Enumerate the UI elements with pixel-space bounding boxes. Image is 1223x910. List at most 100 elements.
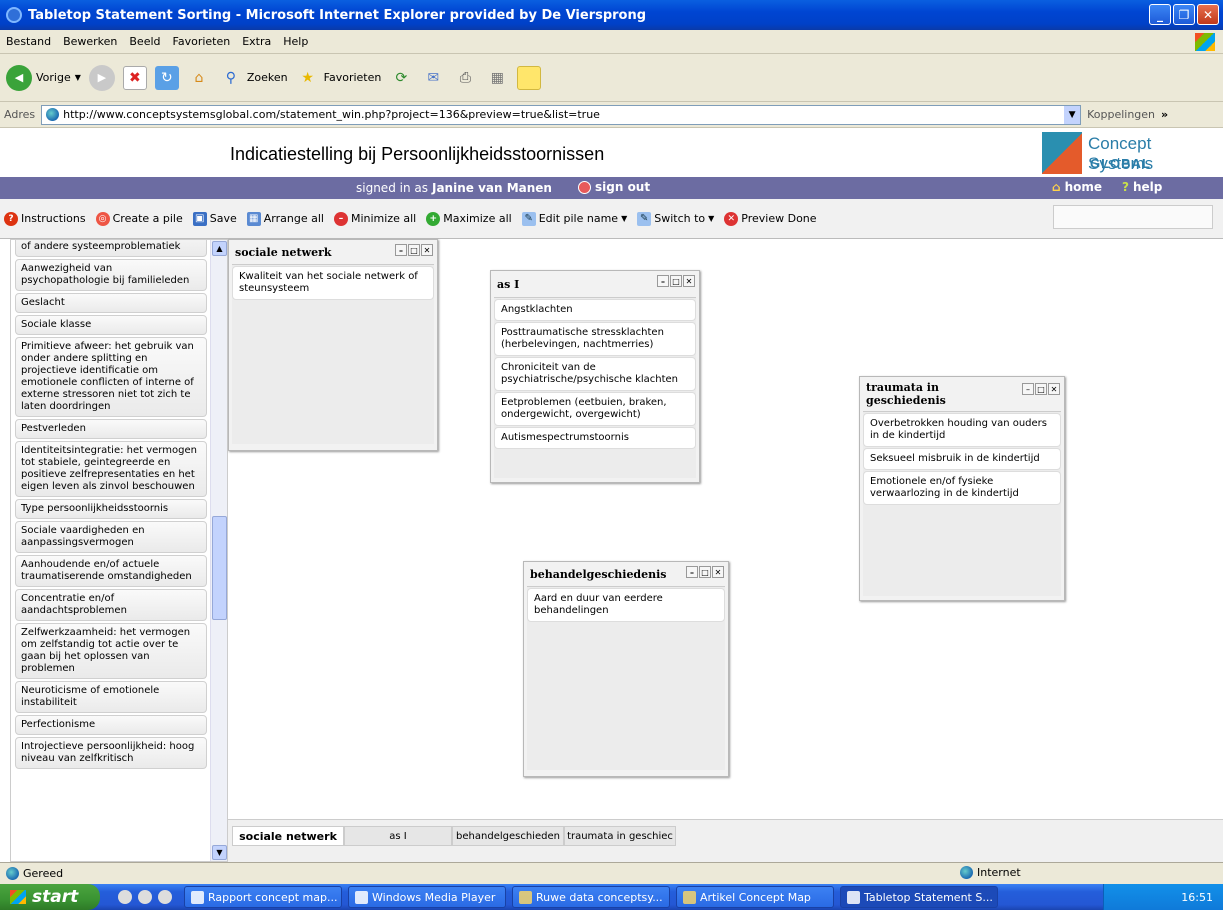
- window-titlebar[interactable]: Tabletop Statement Sorting - Microsoft I…: [0, 0, 1223, 30]
- arrange-all-button[interactable]: ▦ Arrange all: [246, 211, 324, 226]
- pile-header[interactable]: behandelgeschiedenis – □ ✕: [524, 562, 728, 586]
- pile-item[interactable]: Seksueel misbruik in de kindertijd: [863, 448, 1061, 470]
- home-link[interactable]: ⌂ home: [1052, 180, 1102, 194]
- mail-icon[interactable]: ✉: [421, 66, 445, 90]
- maximize-all-button[interactable]: + Maximize all: [426, 211, 512, 226]
- minimize-all-button[interactable]: – Minimize all: [333, 211, 416, 226]
- statement-card[interactable]: Sociale vaardigheden en aanpassingsvermo…: [15, 521, 207, 553]
- scroll-thumb[interactable]: [212, 516, 227, 620]
- menu-help[interactable]: Help: [283, 35, 308, 48]
- pile-item[interactable]: Chroniciteit van de psychiatrische/psych…: [494, 357, 696, 391]
- search-button[interactable]: ⚲ Zoeken: [219, 66, 288, 90]
- task-button[interactable]: Rapport concept map...: [184, 886, 342, 908]
- refresh-icon[interactable]: ↻: [154, 65, 179, 90]
- address-dropdown-icon[interactable]: ▼: [1064, 105, 1081, 124]
- stop-icon[interactable]: ✖: [122, 65, 147, 90]
- pile-header[interactable]: sociale netwerk – □ ✕: [229, 240, 437, 264]
- save-button[interactable]: ▣ Save: [192, 211, 237, 226]
- statement-card[interactable]: Identiteitsintegratie: het vermogen tot …: [15, 441, 207, 497]
- forward-button[interactable]: ▶: [88, 64, 115, 91]
- close-button[interactable]: ✕: [1197, 4, 1219, 25]
- pile-sociale-netwerk[interactable]: sociale netwerk – □ ✕ Kwaliteit van het so…: [228, 239, 438, 451]
- tab-as-i[interactable]: as I: [344, 826, 452, 846]
- create-pile-button[interactable]: ◎ Create a pile: [95, 211, 183, 226]
- statement-card[interactable]: Type persoonlijkheidsstoornis: [15, 499, 207, 519]
- sorting-canvas[interactable]: sociale netwerk – □ ✕ Kwaliteit van het so…: [228, 239, 1223, 819]
- pile-item[interactable]: Kwaliteit van het sociale netwerk of ste…: [232, 266, 434, 300]
- minimize-icon[interactable]: –: [1022, 383, 1034, 395]
- task-button[interactable]: Tabletop Statement S...: [840, 886, 998, 908]
- minimize-icon[interactable]: –: [686, 566, 698, 578]
- statement-card[interactable]: Concentratie en/of aandachtsproblemen: [15, 589, 207, 621]
- pile-header[interactable]: as I – □ ✕: [491, 271, 699, 297]
- links-label[interactable]: Koppelingen: [1087, 108, 1155, 121]
- close-icon[interactable]: ✕: [421, 244, 433, 256]
- close-icon[interactable]: ✕: [1048, 383, 1060, 395]
- switch-to-button[interactable]: ✎ Switch to ▼: [637, 211, 714, 226]
- statement-card[interactable]: Sociale klasse: [15, 315, 207, 335]
- maximize-button[interactable]: ❐: [1173, 4, 1195, 25]
- history-icon[interactable]: ⟳: [389, 66, 413, 90]
- favorites-button[interactable]: ★ Favorieten: [296, 66, 381, 90]
- pile-behandelgeschiedenis[interactable]: behandelgeschiedenis – □ ✕ Aard en duur va…: [523, 561, 729, 777]
- edit-pile-name-button[interactable]: ✎ Edit pile name ▼: [521, 211, 627, 226]
- tab-traumata[interactable]: traumata in geschiec: [564, 826, 676, 846]
- statement-card[interactable]: Aanhoudende en/of actuele traumatiserend…: [15, 555, 207, 587]
- statement-card[interactable]: Introjectieve persoonlijkheid: hoog nive…: [15, 737, 207, 769]
- task-button[interactable]: Windows Media Player: [348, 886, 506, 908]
- statement-card[interactable]: Primitieve afweer: het gebruik van onder…: [15, 337, 207, 417]
- pile-item[interactable]: Aard en duur van eerdere behandelingen: [527, 588, 725, 622]
- menu-bestand[interactable]: Bestand: [6, 35, 51, 48]
- quicklaunch-icon[interactable]: [158, 890, 172, 904]
- scroll-down-icon[interactable]: ▼: [212, 845, 227, 860]
- menu-bewerken[interactable]: Bewerken: [63, 35, 117, 48]
- pile-header[interactable]: traumata in geschiedenis: [860, 377, 1000, 411]
- statement-list[interactable]: Aanwezigheid van relatie- / gezins- of a…: [10, 239, 228, 862]
- print-icon[interactable]: ⎙: [453, 66, 477, 90]
- home-icon[interactable]: ⌂: [187, 66, 211, 90]
- sign-out-link[interactable]: sign out: [578, 180, 650, 194]
- quicklaunch-icon[interactable]: [138, 890, 152, 904]
- preview-done-button[interactable]: ✕ Preview Done: [724, 211, 817, 226]
- pile-item[interactable]: Eetproblemen (eetbuien, braken, ondergew…: [494, 392, 696, 426]
- pile-item[interactable]: Overbetrokken houding van ouders in de k…: [863, 413, 1061, 447]
- tab-sociale-netwerk[interactable]: sociale netwerk: [232, 826, 344, 846]
- links-chevron-icon[interactable]: »: [1161, 108, 1168, 121]
- tab-behandelgeschiedenis[interactable]: behandelgeschieden: [452, 826, 564, 846]
- pile-as-i[interactable]: as I – □ ✕ Angstklachten Posttraumatische …: [490, 270, 700, 483]
- note-icon[interactable]: [517, 65, 542, 90]
- statement-card[interactable]: Perfectionisme: [15, 715, 207, 735]
- menu-favorieten[interactable]: Favorieten: [173, 35, 231, 48]
- task-button[interactable]: Ruwe data conceptsy...: [512, 886, 670, 908]
- statement-card[interactable]: Neuroticisme of emotionele instabiliteit: [15, 681, 207, 713]
- maximize-icon[interactable]: □: [670, 275, 682, 287]
- task-button[interactable]: Artikel Concept Map: [676, 886, 834, 908]
- quicklaunch-icon[interactable]: [118, 890, 132, 904]
- instructions-button[interactable]: ? Instructions: [4, 211, 86, 226]
- close-icon[interactable]: ✕: [712, 566, 724, 578]
- minimize-icon[interactable]: –: [395, 244, 407, 256]
- pile-item[interactable]: Emotionele en/of fysieke verwaarlozing i…: [863, 471, 1061, 505]
- pile-item[interactable]: Angstklachten: [494, 299, 696, 321]
- minimize-icon[interactable]: –: [657, 275, 669, 287]
- menu-beeld[interactable]: Beeld: [129, 35, 160, 48]
- list-scrollbar[interactable]: ▲ ▼: [210, 240, 227, 861]
- statement-card[interactable]: Aanwezigheid van psychopathologie bij fa…: [15, 259, 207, 291]
- pile-item[interactable]: Posttraumatische stressklachten (herbele…: [494, 322, 696, 356]
- pile-item[interactable]: Autismespectrumstoornis: [494, 427, 696, 449]
- minimize-button[interactable]: _: [1149, 4, 1171, 25]
- maximize-icon[interactable]: □: [408, 244, 420, 256]
- back-button[interactable]: ◀ Vorige ▼: [6, 64, 81, 91]
- maximize-icon[interactable]: □: [1035, 383, 1047, 395]
- maximize-icon[interactable]: □: [699, 566, 711, 578]
- address-input[interactable]: http://www.conceptsystemsglobal.com/stat…: [41, 104, 1082, 125]
- menu-extra[interactable]: Extra: [242, 35, 271, 48]
- statement-card[interactable]: Zelfwerkzaamheid: het vermogen om zelfst…: [15, 623, 207, 679]
- statement-card[interactable]: Aanwezigheid van relatie- / gezins- of a…: [15, 240, 207, 257]
- statement-card[interactable]: Pestverleden: [15, 419, 207, 439]
- scroll-up-icon[interactable]: ▲: [212, 241, 227, 256]
- pile-traumata-in-geschiedenis[interactable]: traumata in geschiedenis – □ ✕ Overbetro…: [859, 376, 1065, 601]
- close-icon[interactable]: ✕: [683, 275, 695, 287]
- statement-card[interactable]: Geslacht: [15, 293, 207, 313]
- help-link[interactable]: ? help: [1122, 180, 1162, 194]
